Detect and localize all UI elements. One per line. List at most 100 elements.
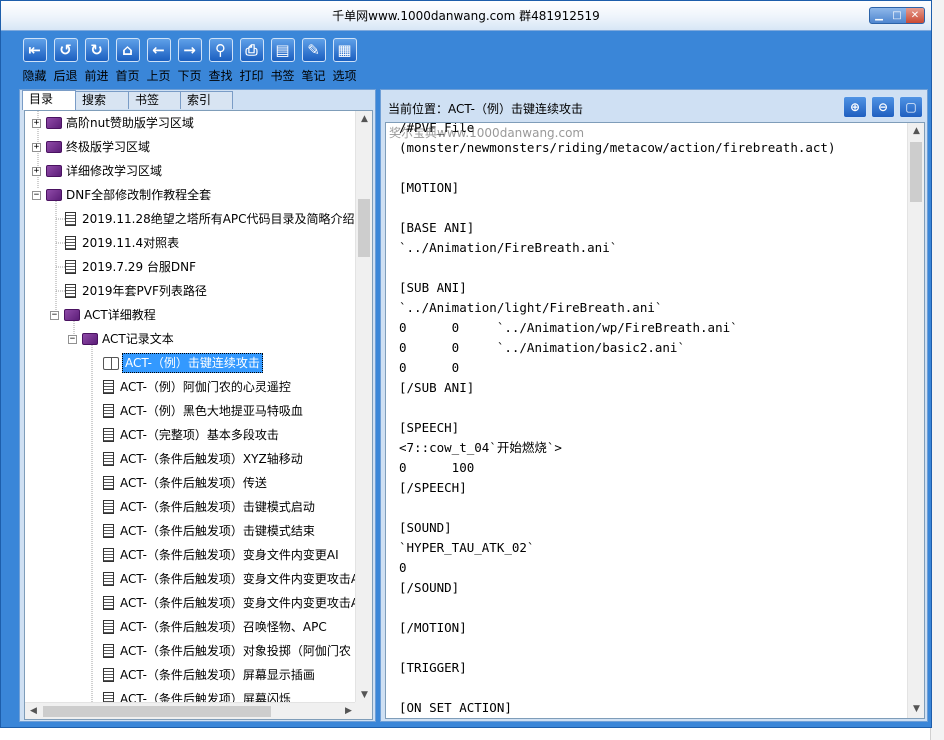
tree-item-label: ACT-（例）黑色大地提亚马特吸血 [120,404,303,418]
toolbar-button-note[interactable]: ✎ 笔记 [298,35,329,87]
tab-search[interactable]: 搜索 [75,91,129,109]
tree-item[interactable]: ACT-（条件后触发项）击键模式结束 [103,519,315,543]
document-icon [65,212,76,226]
tree-item-label: ACT-（条件后触发项）对象投掷（阿伽门农 [120,644,351,658]
toolbar-button-print[interactable]: ⎙ 打印 [236,35,267,87]
tree-item[interactable]: 2019.7.29 台服DNF [65,255,196,279]
code-line: (monster/newmonsters/riding/metacow/acti… [399,140,836,155]
tree-item[interactable]: + 高阶nut赞助版学习区域 [32,111,194,135]
expand-icon[interactable]: + [32,166,41,176]
tree-item[interactable]: 2019.11.28绝望之塔所有APC代码目录及简略介绍 [65,207,355,231]
tree-item[interactable]: ACT-（条件后触发项）变身文件内变更AI [103,543,339,567]
bookmark-icon: ▤ [270,38,295,62]
content-scroll-down-arrow-icon[interactable]: ▼ [908,701,924,718]
code-line: `HYPER_TAU_ATK_02` [399,540,535,555]
tree-item[interactable]: ACT-（条件后触发项）变身文件内变更攻击A [103,591,359,615]
tree-item[interactable]: ACT-（例）黑色大地提亚马特吸血 [103,399,303,423]
tree-item[interactable]: 2019.11.4对照表 [65,231,179,255]
code-line: 0 0 [399,360,460,375]
tab-index[interactable]: 索引 [180,91,233,109]
tree-item[interactable]: ACT-（条件后触发项）变身文件内变更攻击A [103,567,359,591]
tree-item[interactable]: ACT-（例）击键连续攻击 [103,351,263,375]
tree-scroll-thumb[interactable] [358,199,370,257]
tree-item-label: ACT详细教程 [84,308,156,322]
document-content[interactable]: 奖尔宝典www.1000danwang.com /#PVF_File (monst… [385,122,925,719]
code-line: [/SPEECH] [399,480,467,495]
maximize-button[interactable]: □ [888,8,906,23]
book-icon [64,309,80,321]
fullscreen-icon[interactable]: ▢ [899,96,923,118]
code-line: [MOTION] [399,180,460,195]
tree-item[interactable]: ACT-（例）阿伽门农的心灵遥控 [103,375,291,399]
minimize-button[interactable]: ▁ [870,8,888,23]
tree-item-label: ACT-（条件后触发项）变身文件内变更攻击A [120,596,360,610]
tree-vertical-scrollbar[interactable]: ▲ ▼ [355,111,372,704]
scroll-up-arrow-icon[interactable]: ▲ [356,111,372,128]
toolbar-button-hide[interactable]: ⇤ 隐藏 [19,35,50,87]
tree-item[interactable]: ACT-（条件后触发项）XYZ轴移动 [103,447,303,471]
content-vertical-scrollbar[interactable]: ▲ ▼ [907,123,924,718]
tree-horizontal-scrollbar[interactable]: ◀ ▶ [25,702,357,719]
tree-item-label: ACT-（条件后触发项）XYZ轴移动 [120,452,303,466]
location-value: ACT-（例）击键连续攻击 [448,102,583,116]
code-line: [SUB ANI] [399,280,467,295]
toolbar-button-options[interactable]: ▦ 选项 [329,35,360,87]
toolbar-button-search[interactable]: ⚲ 查找 [205,35,236,87]
options-icon: ▦ [332,38,357,62]
code-line: [/SOUND] [399,580,460,595]
code-line: [/MOTION] [399,620,467,635]
code-line: [SPEECH] [399,420,460,435]
document-icon [65,236,76,250]
collapse-icon[interactable]: − [32,190,41,200]
toolbar-button-prev-page[interactable]: ← 上页 [143,35,174,87]
tree-item-label: ACT-（条件后触发项）变身文件内变更AI [120,548,339,562]
code-line: /#PVF_File [399,122,475,135]
tree-item[interactable]: − ACT记录文本 [68,327,174,351]
tree-item[interactable]: ACT-（条件后触发项）对象投掷（阿伽门农 [103,639,351,663]
expand-icon[interactable]: + [32,118,41,128]
close-button[interactable]: ✕ [906,8,924,23]
title-bar[interactable]: 千单网www.1000danwang.com 群481912519 ▁ □ ✕ [1,1,931,31]
tree-item[interactable]: + 终极版学习区域 [32,135,150,159]
toolbar-button-bookmark[interactable]: ▤ 书签 [267,35,298,87]
forward-icon: ↻ [84,38,109,62]
tree-item[interactable]: ACT-（条件后触发项）击键模式启动 [103,495,315,519]
tree-item[interactable]: ACT-（条件后触发项）屏幕显示插画 [103,663,315,687]
print-icon: ⎙ [239,38,264,62]
document-icon [103,428,114,442]
contents-tree[interactable]: + 高阶nut赞助版学习区域 + 终极版学习区域 + 详细修改学习区域 − DNF全部修改制作… [24,110,373,720]
toolbar-button-home[interactable]: ⌂ 首页 [112,35,143,87]
tree-item-label: 终极版学习区域 [66,140,151,154]
tree-item[interactable]: ACT-（完整项）基本多段攻击 [103,423,279,447]
toolbar-button-label: 隐藏 [22,69,47,83]
tree-hscroll-thumb[interactable] [43,706,271,717]
document-icon [103,620,114,634]
tree-item[interactable]: − DNF全部修改制作教程全套 [32,183,211,207]
tab-contents[interactable]: 目录 [22,90,76,110]
next-page-icon: → [177,38,202,62]
tree-item[interactable]: − ACT详细教程 [50,303,156,327]
content-scroll-up-arrow-icon[interactable]: ▲ [908,123,924,140]
toolbar: ⇤ 隐藏 ↺ 后退 ↻ 前进 ⌂ 首页 ← 上页 → 下页 ⚲ 查找 ⎙ 打印 ▤ 书签 ✎ 笔记 ▦ 选项 [19,35,360,87]
tree-item[interactable]: ACT-（条件后触发项）传送 [103,471,267,495]
content-scroll-thumb[interactable] [910,142,922,202]
tree-item-label: ACT-（条件后触发项）击键模式结束 [120,524,315,538]
help-viewer-window: 千单网www.1000danwang.com 群481912519 ▁ □ ✕ … [0,0,932,728]
expand-icon[interactable]: + [32,142,41,152]
collapse-icon[interactable]: − [68,334,77,344]
tree-item[interactable]: 2019年套PVF列表路径 [65,279,207,303]
toolbar-button-back[interactable]: ↺ 后退 [50,35,81,87]
tree-item[interactable]: ACT-（条件后触发项）召唤怪物、APC [103,615,327,639]
tree-item[interactable]: + 详细修改学习区域 [32,159,162,183]
scroll-left-arrow-icon[interactable]: ◀ [25,703,42,719]
document-icon [65,284,76,298]
zoom-in-icon[interactable]: ⊕ [843,96,867,118]
zoom-out-icon[interactable]: ⊖ [871,96,895,118]
toolbar-button-forward[interactable]: ↻ 前进 [81,35,112,87]
code-line: `../Animation/light/FireBreath.ani` [399,300,663,315]
tree-item-label: ACT-（例）阿伽门农的心灵遥控 [120,380,291,394]
collapse-icon[interactable]: − [50,310,59,320]
toolbar-button-next-page[interactable]: → 下页 [174,35,205,87]
tree-item-label: ACT-（条件后触发项）屏幕显示插画 [120,668,315,682]
tab-bookmarks[interactable]: 书签 [128,91,181,109]
